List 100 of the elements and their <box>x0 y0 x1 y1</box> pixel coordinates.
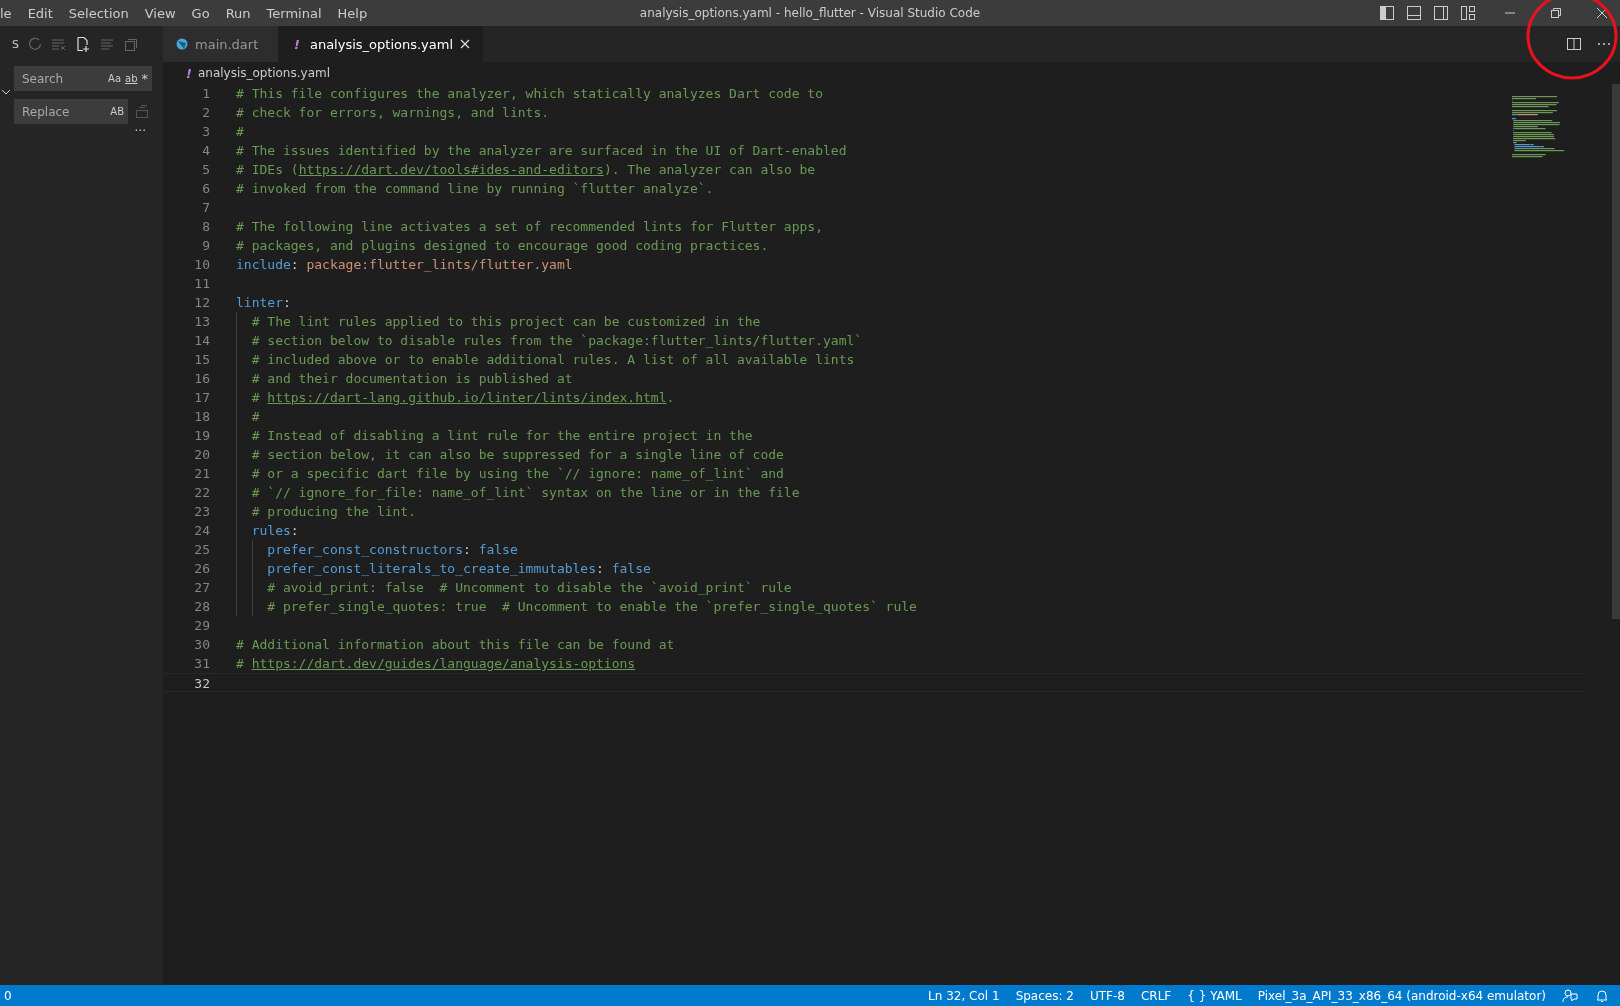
status-item[interactable]: Spaces: 2 <box>1015 988 1074 1003</box>
code-token: # check for errors, warnings, and lints. <box>236 105 550 120</box>
menu-item[interactable]: Go <box>183 5 218 21</box>
close-icon[interactable] <box>1596 7 1608 19</box>
line-number: 9 <box>201 237 210 255</box>
code-token: package:flutter_lints/flutter.yaml <box>306 257 573 272</box>
window-title: analysis_options.yaml - hello_flutter - Visual Studio Code <box>638 6 982 20</box>
menu-item[interactable]: Help <box>329 5 376 21</box>
code-link[interactable]: https://dart.dev/tools#ides-and-editors <box>298 162 604 177</box>
whole-word-toggle[interactable]: ab <box>125 73 138 84</box>
code-token: # section below, it can also be suppressed for a single line of code <box>250 447 784 462</box>
layout-icon[interactable] <box>1460 5 1476 21</box>
code-token: # or a specific dart file by using the `// ignore: name_of_lint` and <box>250 466 784 481</box>
code-token: # <box>250 390 261 405</box>
line-number: 32 <box>193 675 210 691</box>
feedback-icon[interactable] <box>1562 987 1578 1004</box>
regex-toggle[interactable]: * <box>141 71 148 86</box>
status-item[interactable]: CRLF <box>1140 988 1172 1003</box>
code-token: linter <box>236 295 283 310</box>
code-token: false <box>611 561 651 576</box>
status-item[interactable]: Pixel_3a_API_33_x86_64 (android-x64 emulator) <box>1257 988 1546 1003</box>
line-number: 21 <box>193 465 210 483</box>
line-number: 19 <box>193 427 210 445</box>
line-number: 23 <box>193 503 210 521</box>
code-token: # <box>236 656 245 671</box>
clear-results-icon[interactable] <box>51 36 67 52</box>
line-number: 12 <box>193 294 210 312</box>
code-token: : <box>290 523 299 538</box>
secondary-sidebar-icon[interactable] <box>1433 5 1449 21</box>
breadcrumb-item[interactable]: analysis_options.yaml <box>197 66 330 80</box>
code-token: # Additional information about this file can be found at <box>236 637 675 652</box>
code-token: rules <box>250 523 291 538</box>
line-number: 18 <box>193 408 210 426</box>
code-token: # IDEs ( <box>236 162 299 177</box>
code-token: # <box>250 409 260 424</box>
editor-tab[interactable]: main.dart <box>163 26 278 62</box>
menu-item[interactable]: Selection <box>60 5 137 21</box>
restore-icon[interactable] <box>1550 7 1562 19</box>
line-number: 5 <box>201 161 210 179</box>
line-number: 29 <box>193 617 210 635</box>
code-token: # The lint rules applied to this project can be customized in the <box>250 314 761 329</box>
code-token: # included above or to enable additional rules. A list of all available lints <box>250 352 855 367</box>
line-number: 17 <box>193 389 210 407</box>
line-number: 25 <box>193 541 210 559</box>
more-options-button[interactable]: ··· <box>134 126 146 136</box>
collapse-all-icon[interactable] <box>123 36 139 52</box>
line-number: 8 <box>201 218 210 236</box>
menu-item[interactable]: Run <box>217 5 259 21</box>
match-case-toggle[interactable]: Aa <box>108 73 121 84</box>
replace-field[interactable]: Replace AB <box>14 99 128 124</box>
code-token: # Instead of disabling a lint rule for the entire project in the <box>250 428 753 443</box>
line-number: 22 <box>193 484 210 502</box>
line-number: 2 <box>201 104 210 122</box>
menu-item[interactable]: Terminal <box>258 5 330 21</box>
code-token: # packages, and plugins designed to encourage good coding practices. <box>236 238 769 253</box>
line-number: 7 <box>201 199 210 217</box>
code-token: # The issues identified by the analyzer are surfaced in the UI of Dart-enabled <box>236 143 847 158</box>
code-token: # invoked from the command line by running `flutter analyze`. <box>236 181 714 196</box>
refresh-icon[interactable] <box>27 36 43 52</box>
line-number: 28 <box>193 598 210 616</box>
split-editor-icon[interactable] <box>1566 36 1582 52</box>
line-number: 15 <box>193 351 210 369</box>
line-number: 30 <box>193 636 210 654</box>
code-link[interactable]: https://dart.dev/guides/language/analysis-options <box>251 656 636 671</box>
editor-tab[interactable]: ! analysis_options.yaml <box>278 26 484 62</box>
sidebar-toggle-icon[interactable] <box>1379 5 1395 21</box>
bell-icon[interactable] <box>1594 987 1610 1004</box>
line-number: 11 <box>193 275 210 293</box>
code-token: : <box>463 542 472 557</box>
close-tab-icon[interactable] <box>459 38 472 50</box>
line-number: 20 <box>193 446 210 464</box>
line-number: 3 <box>201 123 210 141</box>
line-number: 1 <box>201 85 210 103</box>
line-number: 31 <box>193 655 210 673</box>
line-number: 13 <box>193 313 210 331</box>
code-token: # <box>236 124 244 139</box>
code-token: prefer_const_literals_to_create_immutables <box>266 561 597 576</box>
sidebar-title: S <box>12 37 19 51</box>
code-token: prefer_const_constructors <box>266 542 463 557</box>
status-item[interactable]: UTF-8 <box>1089 988 1125 1003</box>
code-token: false <box>478 542 518 557</box>
code-link[interactable]: https://dart-lang.github.io/linter/lints/index.html <box>267 390 667 405</box>
menu-item[interactable]: le <box>0 5 20 21</box>
preserve-case-toggle[interactable]: AB <box>110 106 124 117</box>
search-field[interactable]: Search Aa ab * <box>14 66 152 91</box>
scrollbar-thumb[interactable] <box>1612 84 1620 619</box>
code-token: # avoid_print: false # Uncomment to disable the `avoid_print` rule <box>266 580 792 595</box>
menu-item[interactable]: View <box>136 5 184 21</box>
panel-toggle-icon[interactable] <box>1406 5 1422 21</box>
yaml-file-icon: ! <box>182 65 196 81</box>
line-number: 24 <box>193 522 210 540</box>
new-file-icon[interactable] <box>75 36 91 52</box>
status-item[interactable]: 0 <box>0 988 12 1003</box>
line-number: 14 <box>193 332 210 350</box>
status-item[interactable]: Ln 32, Col 1 <box>928 988 1000 1003</box>
line-number: 27 <box>193 579 210 597</box>
menu-item[interactable]: Edit <box>19 5 61 21</box>
line-number: 4 <box>201 142 210 160</box>
status-item[interactable]: { } YAML <box>1187 988 1242 1003</box>
line-number: 10 <box>193 256 210 274</box>
